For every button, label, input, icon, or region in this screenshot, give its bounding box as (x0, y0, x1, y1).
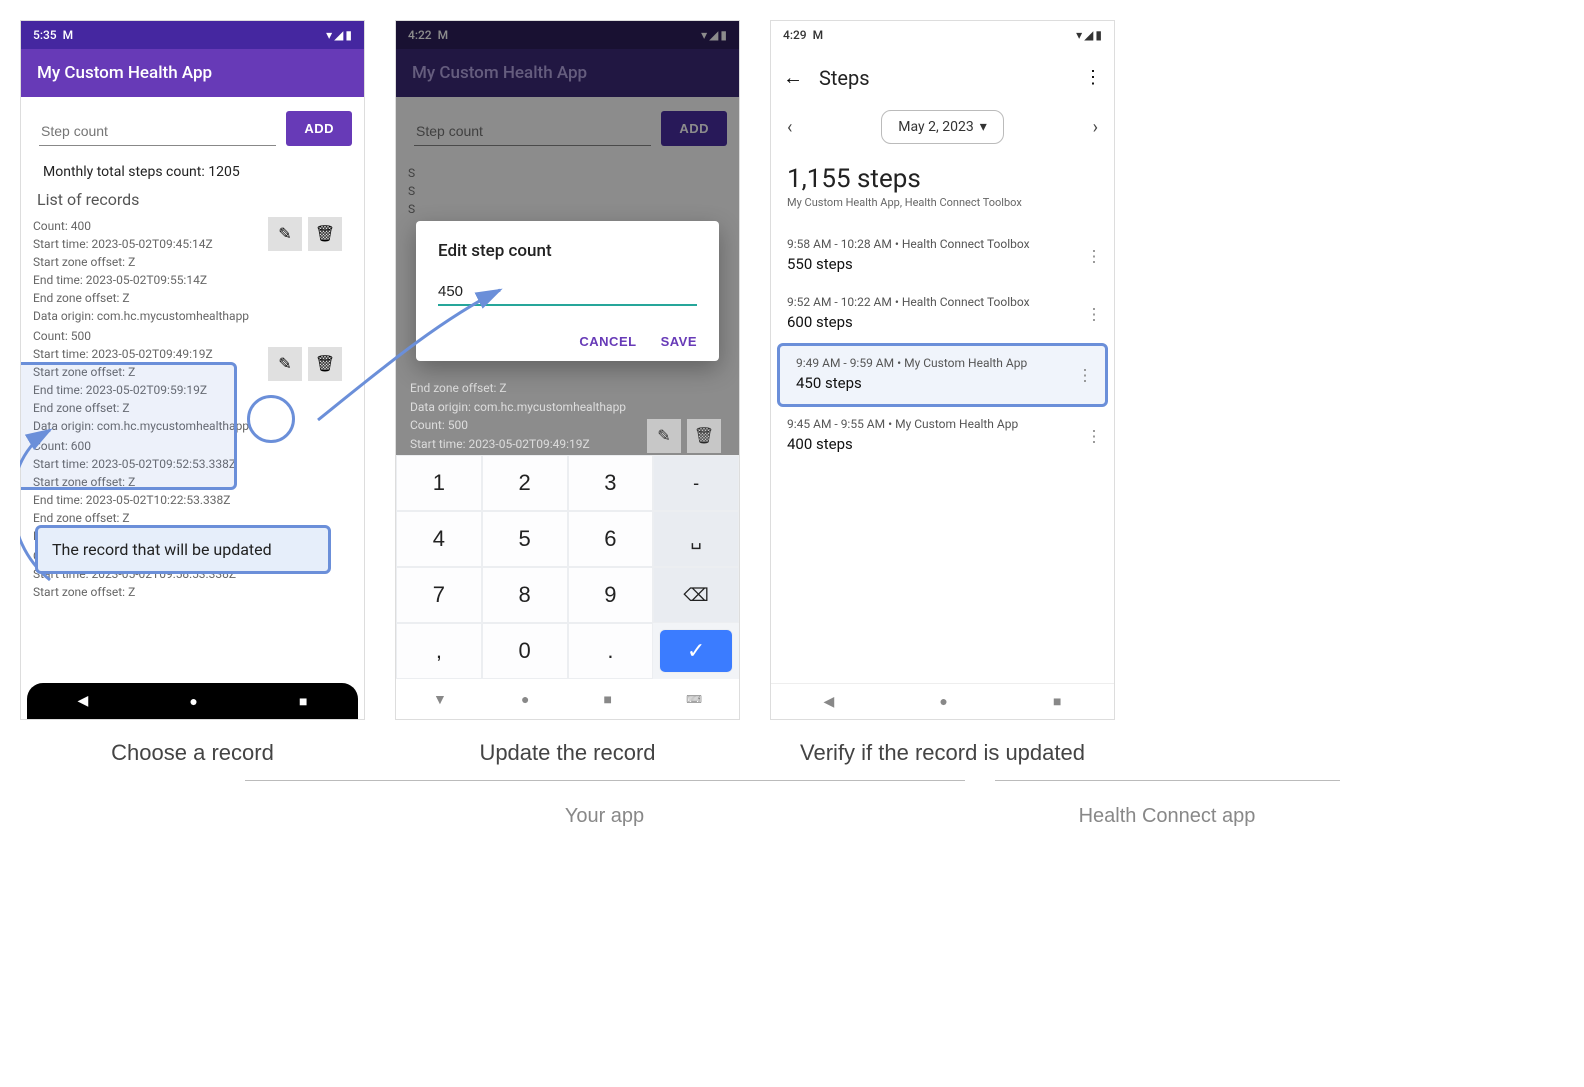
delete-icon[interactable]: 🗑 (687, 419, 721, 453)
home-nav-icon[interactable]: ● (939, 693, 947, 710)
battery-icon: ▮ (1095, 28, 1102, 42)
key-0[interactable]: 0 (482, 623, 568, 679)
signal-icon: ◢ (1084, 28, 1093, 42)
key-backspace[interactable]: ⌫ (653, 567, 739, 623)
key-9[interactable]: 9 (568, 567, 654, 623)
back-nav-icon[interactable]: ▼ (433, 691, 447, 708)
mail-icon: M (813, 28, 824, 42)
edit-dialog: Edit step count CANCEL SAVE (416, 221, 719, 361)
key-1[interactable]: 1 (396, 455, 482, 511)
date-picker-chip[interactable]: May 2, 2023▾ (881, 110, 1003, 144)
dialog-title: Edit step count (438, 241, 697, 261)
key-5[interactable]: 5 (482, 511, 568, 567)
recents-nav-icon[interactable]: ■ (604, 691, 612, 708)
edit-icon[interactable]: ✎ (268, 347, 302, 381)
edit-icon[interactable]: ✎ (647, 419, 681, 453)
key-8[interactable]: 8 (482, 567, 568, 623)
key-comma[interactable]: , (396, 623, 482, 679)
status-time: 4:29 (783, 28, 807, 42)
status-bar: 5:35 M ▾◢▮ (21, 21, 364, 49)
group-label-right: Health Connect app (995, 799, 1340, 828)
phone-verify-record: 4:29M ▾◢▮ ← Steps ⋮ ‹ May 2, 2023▾ › 1,1… (770, 20, 1115, 720)
key-3[interactable]: 3 (568, 455, 654, 511)
item-more-icon[interactable]: ⋮ (1077, 366, 1093, 385)
group-label-left: Your app (245, 799, 965, 828)
list-title: List of records (37, 190, 352, 209)
item-more-icon[interactable]: ⋮ (1086, 427, 1102, 446)
home-nav-icon[interactable]: ● (189, 693, 197, 710)
wifi-icon: ▾ (326, 28, 332, 42)
annotation-callout: The record that will be updated (35, 525, 331, 574)
nav-bar: ◀ ● ■ (27, 683, 358, 719)
total-steps-label: 1,155 steps (771, 164, 1114, 194)
recents-nav-icon[interactable]: ■ (1053, 693, 1061, 710)
key-7[interactable]: 7 (396, 567, 482, 623)
steps-list-item-highlighted[interactable]: 9:49 AM - 9:59 AM • My Custom Health App… (777, 343, 1108, 407)
phone-update-record: 4:22M ▾◢▮ My Custom Health App ADD SSS E… (395, 20, 740, 720)
delete-icon[interactable]: 🗑 (308, 347, 342, 381)
add-button[interactable]: ADD (286, 111, 352, 146)
key-minus[interactable]: - (653, 455, 739, 511)
item-more-icon[interactable]: ⋮ (1086, 305, 1102, 324)
page-title: Steps (819, 66, 1068, 90)
dropdown-icon: ▾ (980, 119, 987, 135)
mail-icon: M (63, 28, 74, 42)
app-bar: My Custom Health App (21, 49, 364, 97)
edit-icon[interactable]: ✎ (268, 217, 302, 251)
delete-icon[interactable]: 🗑 (308, 217, 342, 251)
caption-phone3: Verify if the record is updated (800, 740, 1085, 766)
key-2[interactable]: 2 (482, 455, 568, 511)
cancel-button[interactable]: CANCEL (579, 334, 636, 349)
sources-subtitle: My Custom Health App, Health Connect Too… (771, 194, 1114, 227)
nav-bar: ◀ ● ■ (771, 683, 1114, 719)
recents-nav-icon[interactable]: ■ (299, 693, 307, 710)
record-item: Count: 400 Start time: 2023-05-02T09:45:… (33, 217, 352, 325)
dialog-input[interactable] (438, 279, 697, 306)
steps-list-item[interactable]: 9:52 AM - 10:22 AM • Health Connect Tool… (771, 285, 1114, 343)
item-more-icon[interactable]: ⋮ (1086, 247, 1102, 266)
numeric-keypad: 1 2 3 - 4 5 6 ␣ 7 8 9 ⌫ , 0 . ✓ (396, 455, 739, 679)
signal-icon: ◢ (334, 28, 343, 42)
key-4[interactable]: 4 (396, 511, 482, 567)
save-button[interactable]: SAVE (661, 334, 697, 349)
back-nav-icon[interactable]: ◀ (824, 694, 835, 710)
back-arrow-icon[interactable]: ← (783, 65, 803, 90)
prev-day-button[interactable]: ‹ (779, 113, 800, 142)
app-title: My Custom Health App (37, 63, 212, 83)
key-6[interactable]: 6 (568, 511, 654, 567)
status-bar: 4:29 M ▾◢▮ (771, 21, 1114, 49)
wifi-icon: ▾ (1076, 28, 1082, 42)
back-nav-icon[interactable]: ◀ (78, 693, 89, 709)
key-space[interactable]: ␣ (653, 511, 739, 567)
step-count-input[interactable] (39, 117, 276, 146)
key-done[interactable]: ✓ (659, 629, 733, 673)
phone-choose-record: 5:35 M ▾◢▮ My Custom Health App ADD Month… (20, 20, 365, 720)
more-icon[interactable]: ⋮ (1084, 67, 1102, 88)
caption-phone2: Update the record (479, 740, 655, 766)
monthly-total-label: Monthly total steps count: 1205 (43, 164, 352, 180)
keyboard-hide-icon[interactable]: ⌨ (686, 693, 702, 706)
home-nav-icon[interactable]: ● (521, 691, 529, 708)
key-period[interactable]: . (568, 623, 654, 679)
next-day-button[interactable]: › (1085, 113, 1106, 142)
nav-bar: ▼ ● ■ ⌨ (396, 679, 739, 719)
steps-list-item[interactable]: 9:58 AM - 10:28 AM • Health Connect Tool… (771, 227, 1114, 285)
caption-phone1: Choose a record (111, 740, 274, 766)
steps-list-item[interactable]: 9:45 AM - 9:55 AM • My Custom Health App… (771, 407, 1114, 465)
battery-icon: ▮ (345, 28, 352, 42)
status-time: 5:35 (33, 28, 57, 42)
record-item: Count: 500 Start time: 2023-05-02T09:49:… (33, 327, 352, 435)
